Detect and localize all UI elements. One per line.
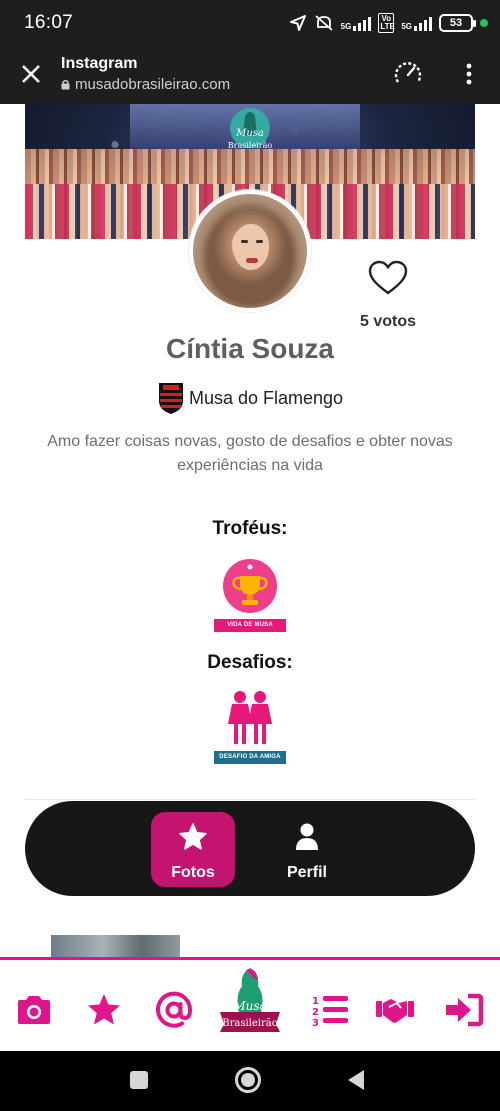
- musa-logo[interactable]: Musa Brasileirão: [216, 964, 284, 1044]
- logo-text-2: Brasileirão: [222, 1018, 278, 1029]
- lock-icon: [61, 79, 70, 90]
- signal-icon: [353, 15, 372, 31]
- speedometer-icon[interactable]: [392, 58, 424, 90]
- status-time: 16:07: [24, 12, 74, 33]
- heart-icon[interactable]: [368, 260, 408, 296]
- browser-url: musadobrasileirao.com: [61, 76, 230, 93]
- nav-login[interactable]: [444, 990, 484, 1030]
- bottom-nav: Musa Brasileirão 1 2 3: [0, 957, 500, 1051]
- user-icon: [296, 823, 318, 850]
- logo-text-1: Musa: [232, 999, 266, 1013]
- profile-avatar: [189, 190, 311, 312]
- browser-toolbar: Instagram musadobrasileirao.com: [0, 46, 500, 104]
- login-icon: [446, 993, 484, 1027]
- team-label: Musa do Flamengo: [0, 381, 500, 415]
- svg-text:1: 1: [312, 996, 319, 1007]
- back-icon[interactable]: [346, 1068, 366, 1092]
- nav-star[interactable]: [84, 990, 124, 1030]
- network-1: 5G: [341, 15, 372, 31]
- challenge-badge-label: DESAFIO DA AMIGA: [214, 751, 286, 764]
- camera-icon: [18, 996, 50, 1024]
- nav-handshake[interactable]: [375, 990, 415, 1030]
- svg-text:2: 2: [312, 1007, 319, 1018]
- close-icon[interactable]: [20, 63, 42, 85]
- votes-count: 5 votos: [359, 313, 416, 330]
- tab-perfil[interactable]: Perfil: [265, 812, 349, 887]
- browser-title: Instagram: [61, 55, 138, 72]
- nav-ranking[interactable]: 1 2 3: [310, 990, 350, 1030]
- more-options-icon[interactable]: [460, 60, 478, 88]
- nav-camera[interactable]: [14, 990, 54, 1030]
- location-icon: [289, 15, 306, 31]
- trophies-title: Troféus:: [212, 518, 288, 539]
- ranking-list-icon: 1 2 3: [312, 996, 348, 1027]
- tab-perfil-label: Perfil: [286, 864, 327, 881]
- home-icon[interactable]: [234, 1066, 262, 1094]
- status-icons: 5G Vo LTE 5G 53: [289, 10, 488, 36]
- status-bar: 16:07 5G Vo LTE 5G 53: [0, 0, 500, 46]
- photo-thumbnail[interactable]: [51, 935, 180, 957]
- flamengo-shield-icon: [158, 383, 183, 414]
- banner-logo-text-1: Musa: [235, 128, 264, 139]
- tab-fotos[interactable]: Fotos: [151, 812, 235, 887]
- volte-label: Vo LTE: [378, 13, 395, 33]
- recents-icon[interactable]: [129, 1070, 149, 1090]
- friends-icon: [228, 691, 272, 744]
- profile-name: Cíntia Souza: [165, 333, 334, 364]
- star-icon: [88, 994, 120, 1025]
- tab-fotos-label: Fotos: [171, 864, 215, 881]
- trophy-badge[interactable]: VIDA DE MUSA: [214, 558, 286, 632]
- avatar-face: [233, 224, 269, 270]
- profile-tabs: Fotos Perfil: [25, 801, 475, 896]
- network-2: 5G: [401, 15, 432, 31]
- star-icon: [179, 823, 207, 850]
- battery-icon: 53: [439, 14, 476, 32]
- signal-icon-2: [414, 15, 432, 31]
- profile-bio: Amo fazer coisas novas, gosto de desafio…: [47, 433, 453, 474]
- team-text: Musa do Flamengo: [188, 387, 344, 408]
- nav-at[interactable]: [154, 990, 194, 1030]
- mute-icon: [315, 15, 333, 31]
- android-nav-bar: [0, 1051, 500, 1111]
- challenge-badge[interactable]: DESAFIO DA AMIGA: [214, 690, 286, 764]
- svg-text:3: 3: [312, 1018, 319, 1027]
- at-icon: [156, 991, 193, 1028]
- handshake-icon: [376, 999, 414, 1023]
- trophy-icon: [223, 559, 277, 613]
- section-divider: [25, 799, 475, 800]
- trophy-badge-label: VIDA DE MUSA: [214, 619, 286, 632]
- challenges-title: Desafios:: [207, 652, 293, 673]
- privacy-dot: [480, 19, 488, 27]
